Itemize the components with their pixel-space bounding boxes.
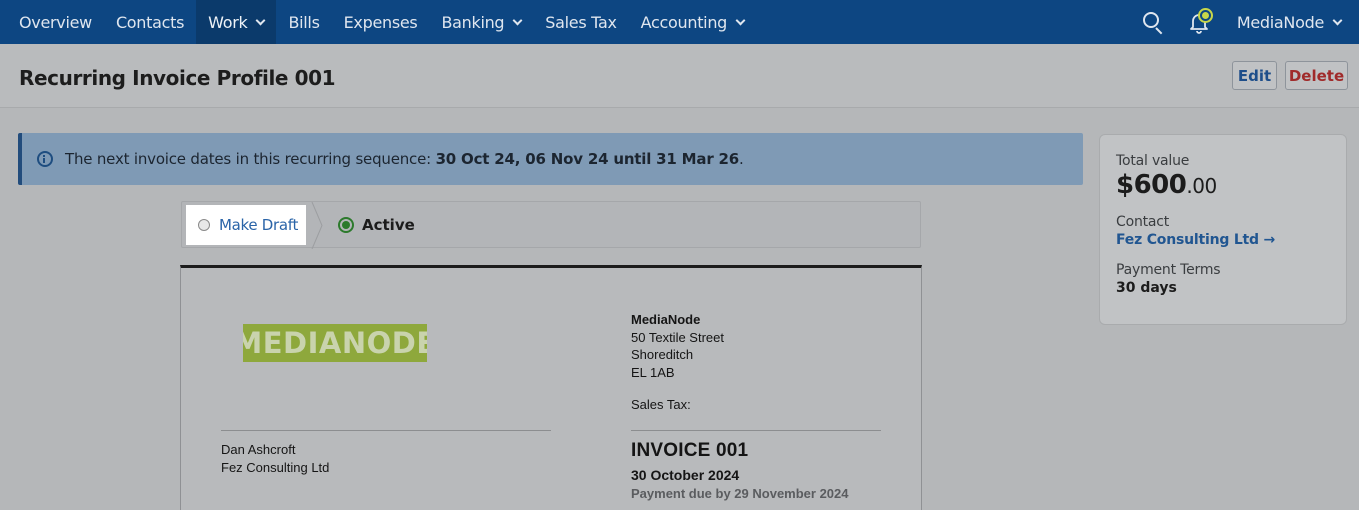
terms-value: 30 days [1116,280,1177,296]
radio-selected-icon [338,217,354,233]
company-name: MediaNode [631,312,701,327]
chevron-down-icon [735,15,746,25]
address-line: Shoreditch [631,347,694,362]
page-title: Recurring Invoice Profile 001 [19,66,336,90]
page-header: Recurring Invoice Profile 001 Edit Delet… [0,44,1359,108]
chevron-down-icon [1332,15,1343,25]
nav-accounting[interactable]: Accounting [629,0,756,44]
radio-unselected-icon [198,219,210,231]
summary-card: Total value $600.00 Contact Fez Consulti… [1099,134,1347,325]
bill-to-line: Fez Consulting Ltd [221,460,330,475]
total-main: $600 [1116,170,1187,200]
delete-button[interactable]: Delete [1285,61,1348,90]
make-draft-label: Make Draft [219,216,299,234]
alert-suffix: . [739,150,744,168]
nav-label: Overview [19,12,92,32]
nav-label: Expenses [343,12,418,32]
nav-right: MediaNode [1141,0,1359,44]
company-logo: MEDIANODE [243,324,427,362]
org-switcher[interactable]: MediaNode [1237,13,1359,32]
invoice-title: INVOICE 001 [631,440,749,461]
divider [221,430,551,431]
chevron-down-icon [512,15,523,25]
company-address: MediaNode 50 Textile Street Shoreditch E… [631,311,724,414]
logo-text: MEDIANODE [243,326,427,360]
status-bar: Make Draft Active [181,201,921,249]
status-active: Active [338,202,415,248]
divider [631,430,881,431]
nav-work[interactable]: Work [196,0,277,44]
edit-button[interactable]: Edit [1232,61,1277,90]
alert-prefix: The next invoice dates in this recurring… [65,150,436,168]
nav-sales-tax[interactable]: Sales Tax [533,0,628,44]
address-line: EL 1AB [631,364,675,380]
chevron-down-icon [256,15,266,25]
org-name: MediaNode [1236,12,1324,32]
bill-to-line: Dan Ashcroft [221,442,296,457]
notification-dot [1199,10,1211,21]
info-icon [37,151,53,167]
nav-bills[interactable]: Bills [276,0,331,44]
contact-label: Contact [1116,214,1170,230]
search-icon[interactable] [1141,10,1165,35]
terms-label: Payment Terms [1116,262,1221,278]
make-draft-button[interactable]: Make Draft [186,205,306,245]
nav-label: Accounting [640,12,728,32]
nav-label: Contacts [115,12,185,32]
contact-link[interactable]: Fez Consulting Ltd → [1116,232,1330,248]
total-cents: .00 [1186,174,1217,198]
sales-tax-label: Sales Tax: [631,397,691,412]
total-value: $600.00 [1116,170,1330,200]
total-label: Total value [1116,153,1190,169]
nav-overview[interactable]: Overview [0,0,104,44]
nav-banking[interactable]: Banking [429,0,533,44]
bell-icon[interactable] [1187,8,1213,36]
invoice-date: 30 October 2024 [631,467,740,483]
active-label: Active [362,216,415,234]
step-arrow-icon [311,202,323,249]
info-alert: The next invoice dates in this recurring… [18,133,1083,185]
nav-expenses[interactable]: Expenses [332,0,430,44]
nav-label: Sales Tax [545,12,617,32]
nav-contacts[interactable]: Contacts [104,0,196,44]
top-nav: Overview Contacts Work Bills Expenses Ba… [0,0,1359,44]
nav-label: Bills [288,12,320,32]
invoice-meta: INVOICE 001 30 October 2024 Payment due … [631,440,849,501]
nav-label: Banking [441,12,505,32]
bill-to: Dan Ashcroft Fez Consulting Ltd [221,441,329,477]
address-line: 50 Textile Street [631,329,724,345]
alert-dates: 30 Oct 24, 06 Nov 24 until 31 Mar 26 [435,150,740,168]
nav-label: Work [208,12,248,32]
invoice-preview: MEDIANODE MediaNode 50 Textile Street Sh… [180,265,922,510]
invoice-due: Payment due by 29 November 2024 [631,486,849,501]
